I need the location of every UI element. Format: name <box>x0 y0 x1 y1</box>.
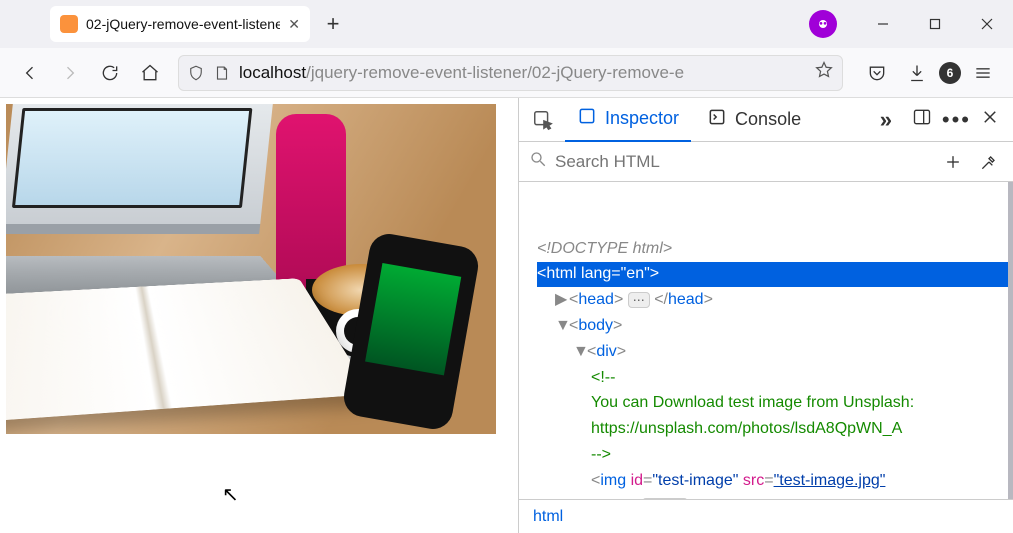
tab-strip: 02-jQuery-remove-event-listene ✕ + <box>0 0 1013 48</box>
breadcrumb-bar[interactable]: html <box>519 499 1013 533</box>
address-path: /jquery-remove-event-listener/02-jQuery-… <box>306 63 684 82</box>
collapse-toggle-icon[interactable]: ▼ <box>555 314 569 339</box>
pocket-button[interactable] <box>859 55 895 91</box>
element-picker-button[interactable] <box>525 102 561 138</box>
console-tab-label: Console <box>735 109 801 130</box>
inspector-tab[interactable]: Inspector <box>565 98 691 142</box>
window-maximize-button[interactable] <box>909 0 961 48</box>
dom-html-node[interactable]: <html lang="en"> <box>537 262 1013 287</box>
nav-reload-button[interactable] <box>92 55 128 91</box>
dom-comment-close[interactable]: --> <box>537 446 611 463</box>
dom-div-node[interactable]: ▼<div> <box>537 343 626 360</box>
test-image[interactable] <box>6 104 496 434</box>
dom-img-node[interactable]: <img id="test-image" src="test-image.jpg… <box>537 472 885 499</box>
event-badge[interactable]: event <box>642 498 688 499</box>
tab-title: 02-jQuery-remove-event-listene <box>86 16 280 32</box>
browser-toolbar: localhost/jquery-remove-event-listener/0… <box>0 48 1013 98</box>
dom-tree[interactable]: <!DOCTYPE html> <html lang="en"> ▶<head>… <box>519 182 1013 499</box>
new-tab-button[interactable]: + <box>318 9 348 39</box>
devtools-dock-button[interactable] <box>912 107 932 132</box>
window-close-button[interactable] <box>961 0 1013 48</box>
page-viewport: ↖ <box>0 98 518 533</box>
ellipsis-icon[interactable]: ⋯ <box>628 292 650 308</box>
expand-toggle-icon[interactable]: ▶ <box>555 288 569 313</box>
downloads-button[interactable] <box>899 55 935 91</box>
collapse-toggle-icon[interactable]: ▼ <box>573 340 587 365</box>
window-minimize-button[interactable] <box>857 0 909 48</box>
window-controls <box>809 0 1013 48</box>
console-tab[interactable]: Console <box>695 98 813 142</box>
site-info-icon[interactable] <box>213 64 231 82</box>
address-bar[interactable]: localhost/jquery-remove-event-listener/0… <box>178 55 843 91</box>
dom-comment-node[interactable]: <!-- <box>537 369 615 386</box>
search-html-input[interactable] <box>555 152 931 172</box>
nav-home-button[interactable] <box>132 55 168 91</box>
breadcrumb-html[interactable]: html <box>533 508 563 526</box>
browser-tab[interactable]: 02-jQuery-remove-event-listene ✕ <box>50 6 310 42</box>
devtools-tabbar: Inspector Console » ••• <box>519 98 1013 142</box>
address-text: localhost/jquery-remove-event-listener/0… <box>239 63 806 83</box>
devtools-search-bar <box>519 142 1013 182</box>
devtools-menu-button[interactable]: ••• <box>942 107 971 133</box>
devtools-overflow-button[interactable]: » <box>868 98 902 142</box>
dom-comment-line[interactable]: You can Download test image from Unsplas… <box>537 394 914 411</box>
mouse-cursor-icon: ↖ <box>222 482 239 507</box>
bookmark-star-icon[interactable] <box>814 60 834 85</box>
dom-body-node[interactable]: ▼<body> <box>537 317 622 334</box>
xampp-favicon <box>60 15 78 33</box>
search-icon <box>529 150 547 173</box>
nav-back-button[interactable] <box>12 55 48 91</box>
dom-comment-line[interactable]: https://unsplash.com/photos/lsdA8QpWN_A <box>537 420 902 437</box>
devtools-panel: Inspector Console » ••• <box>518 98 1013 533</box>
inspector-tab-label: Inspector <box>605 108 679 129</box>
tab-close-icon[interactable]: ✕ <box>288 16 300 33</box>
console-icon <box>707 107 727 132</box>
account-badge[interactable]: 6 <box>939 62 961 84</box>
dom-doctype[interactable]: <!DOCTYPE html> <box>537 240 672 257</box>
dom-head-node[interactable]: ▶<head> ⋯ </head> <box>537 291 713 308</box>
extension-badge[interactable] <box>809 10 837 38</box>
content-area: ↖ Inspector Console » ••• <box>0 98 1013 533</box>
tracking-shield-icon[interactable] <box>187 64 205 82</box>
address-host: localhost <box>239 63 306 82</box>
add-node-button[interactable] <box>939 148 967 176</box>
devtools-close-button[interactable] <box>981 108 999 131</box>
inspector-icon <box>577 106 597 131</box>
eyedropper-button[interactable] <box>975 148 1003 176</box>
nav-forward-button[interactable] <box>52 55 88 91</box>
app-menu-button[interactable] <box>965 55 1001 91</box>
